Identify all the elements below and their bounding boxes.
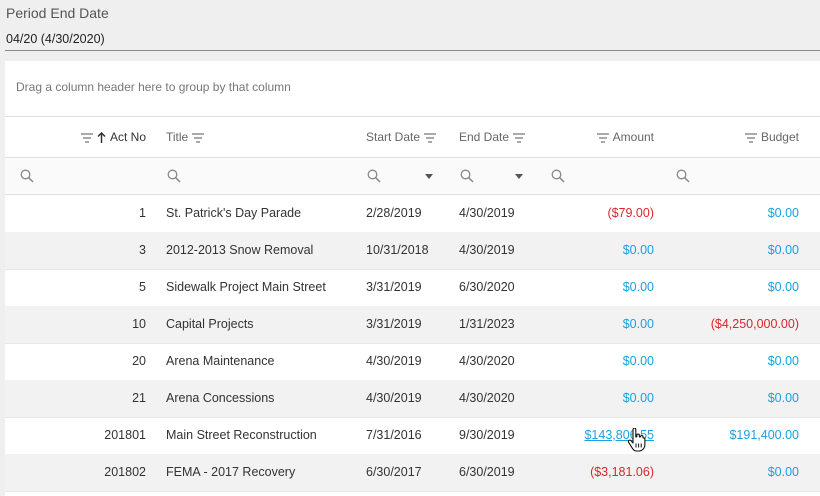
table-row[interactable]: 21 Arena Concessions 4/30/2019 4/30/2020…: [5, 380, 820, 418]
column-header-title[interactable]: Title: [166, 117, 205, 157]
sort-ascending-icon: [97, 132, 106, 144]
table-row[interactable]: 5 Sidewalk Project Main Street 3/31/2019…: [5, 269, 820, 307]
cell-act-no: 201802: [104, 465, 146, 479]
cell-end-date: 9/30/2019: [459, 428, 515, 442]
cell-start-date: 3/31/2019: [366, 280, 422, 294]
data-grid: Drag a column header here to group by th…: [5, 61, 820, 496]
cell-start-date: 4/30/2019: [366, 391, 422, 405]
filter-row: [5, 158, 820, 195]
cell-amount: $0.00: [622, 317, 654, 331]
cell-budget: $0.00: [767, 280, 799, 294]
filter-icon[interactable]: [80, 133, 93, 143]
cell-amount: $0.00: [622, 391, 654, 405]
column-header-budget[interactable]: Budget: [685, 117, 799, 157]
period-end-date-field[interactable]: Period End Date 04/20 (4/30/2020): [0, 0, 820, 52]
cell-title: Main Street Reconstruction: [166, 428, 317, 442]
cell-end-date: 4/30/2020: [459, 354, 515, 368]
table-row[interactable]: 1 St. Patrick's Day Parade 2/28/2019 4/3…: [5, 195, 820, 233]
column-label-act-no: Act No: [109, 130, 146, 144]
group-by-panel[interactable]: Drag a column header here to group by th…: [5, 61, 820, 117]
search-icon[interactable]: [551, 169, 565, 183]
cell-act-no: 1: [139, 206, 146, 220]
table-row[interactable]: 20 Arena Maintenance 4/30/2019 4/30/2020…: [5, 343, 820, 381]
cell-title: St. Patrick's Day Parade: [166, 206, 302, 220]
group-by-hint: Drag a column header here to group by th…: [16, 80, 291, 94]
cell-budget: $0.00: [767, 206, 799, 220]
cell-act-no: 21: [132, 391, 146, 405]
column-label-amount: Amount: [612, 130, 654, 144]
cell-act-no: 5: [139, 280, 146, 294]
cell-end-date: 6/30/2020: [459, 280, 515, 294]
cell-start-date: 10/31/2018: [366, 243, 429, 257]
cell-start-date: 4/30/2019: [366, 354, 422, 368]
cell-amount: ($79.00): [607, 206, 654, 220]
filter-icon[interactable]: [192, 133, 205, 143]
filter-icon[interactable]: [744, 133, 757, 143]
table-row[interactable]: 201802 FEMA - 2017 Recovery 6/30/2017 6/…: [5, 454, 820, 492]
grid-header: Act No Title Start Date End Date Amount …: [5, 117, 820, 158]
column-label-budget: Budget: [760, 130, 799, 144]
filter-icon[interactable]: [513, 133, 526, 143]
column-header-act-no[interactable]: Act No: [65, 117, 146, 157]
cell-end-date: 1/31/2023: [459, 317, 515, 331]
cell-title: FEMA - 2017 Recovery: [166, 465, 296, 479]
cell-title: Arena Concessions: [166, 391, 275, 405]
cell-budget: $0.00: [767, 354, 799, 368]
cell-budget: ($4,250,000.00): [710, 317, 799, 331]
cell-title: Sidewalk Project Main Street: [166, 280, 326, 294]
table-row[interactable]: 10 Capital Projects 3/31/2019 1/31/2023 …: [5, 306, 820, 344]
cell-end-date: 4/30/2019: [459, 206, 515, 220]
cell-title: 2012-2013 Snow Removal: [166, 243, 314, 257]
cell-amount: $0.00: [622, 354, 654, 368]
cell-act-no: 10: [132, 317, 146, 331]
column-label-end-date: End Date: [459, 130, 510, 144]
cell-act-no: 20: [132, 354, 146, 368]
search-icon[interactable]: [167, 169, 181, 183]
cell-budget: $0.00: [767, 243, 799, 257]
search-icon[interactable]: [676, 169, 690, 183]
search-icon[interactable]: [367, 169, 381, 183]
period-end-date-value[interactable]: 04/20 (4/30/2020): [6, 32, 105, 46]
cell-amount: $0.00: [622, 243, 654, 257]
cell-budget: $191,400.00: [729, 428, 799, 442]
table-row[interactable]: 201801 Main Street Reconstruction 7/31/2…: [5, 417, 820, 455]
cell-start-date: 2/28/2019: [366, 206, 422, 220]
search-icon[interactable]: [460, 169, 474, 183]
search-icon[interactable]: [20, 169, 34, 183]
column-header-end-date[interactable]: End Date: [459, 117, 526, 157]
cell-end-date: 4/30/2020: [459, 391, 515, 405]
cell-title: Arena Maintenance: [166, 354, 275, 368]
filter-icon[interactable]: [424, 133, 437, 143]
cell-act-no: 3: [139, 243, 146, 257]
column-label-title: Title: [166, 130, 189, 144]
column-header-start-date[interactable]: Start Date: [366, 117, 437, 157]
cell-end-date: 6/30/2019: [459, 465, 515, 479]
cell-budget: $0.00: [767, 465, 799, 479]
dropdown-caret-icon[interactable]: [515, 174, 523, 179]
cell-start-date: 6/30/2017: [366, 465, 422, 479]
column-label-start-date: Start Date: [366, 130, 421, 144]
filter-icon[interactable]: [596, 133, 609, 143]
cell-end-date: 4/30/2019: [459, 243, 515, 257]
cell-start-date: 7/31/2016: [366, 428, 422, 442]
period-end-date-label: Period End Date: [6, 5, 109, 21]
dropdown-caret-icon[interactable]: [425, 174, 433, 179]
column-header-amount[interactable]: Amount: [565, 117, 654, 157]
cell-act-no: 201801: [104, 428, 146, 442]
table-row[interactable]: 3 2012-2013 Snow Removal 10/31/2018 4/30…: [5, 232, 820, 270]
cell-title: Capital Projects: [166, 317, 254, 331]
cell-start-date: 3/31/2019: [366, 317, 422, 331]
hand-pointer-cursor-icon: [627, 428, 646, 452]
cell-budget: $0.00: [767, 391, 799, 405]
cell-amount: ($3,181.06): [590, 465, 654, 479]
cell-amount: $0.00: [622, 280, 654, 294]
field-underline: [5, 50, 820, 51]
